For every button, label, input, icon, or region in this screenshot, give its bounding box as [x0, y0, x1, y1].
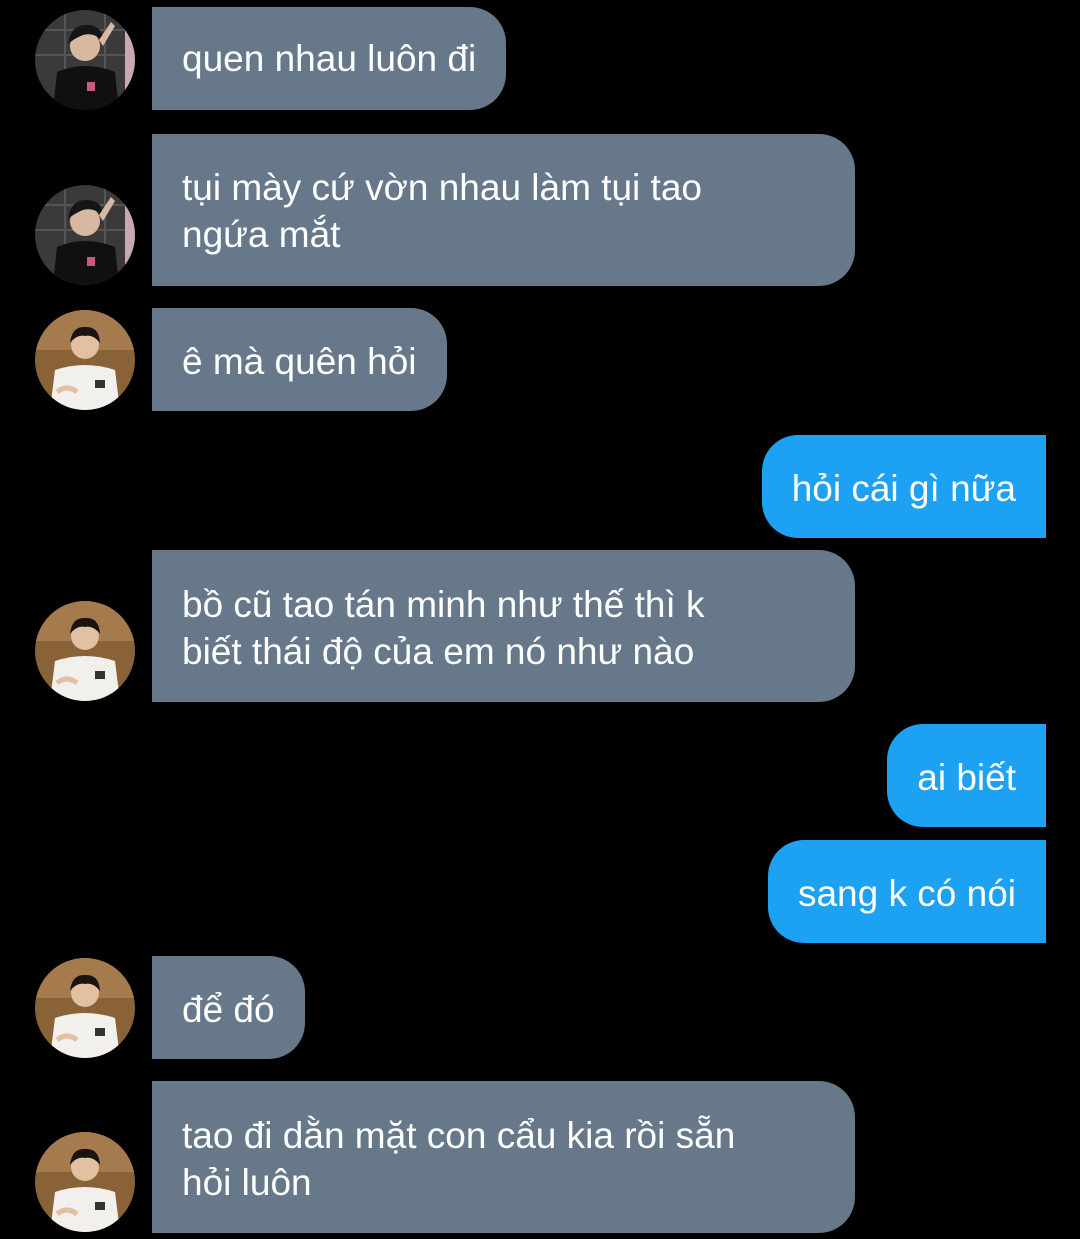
chat-thread[interactable]: quen nhau luôn đi tụi mày cứ vờn nhau là…	[0, 0, 1080, 1239]
incoming-message-bubble[interactable]: để đó	[152, 956, 305, 1059]
message-text: hỏi luôn	[182, 1162, 312, 1203]
outgoing-message-bubble[interactable]: ai biết	[887, 724, 1046, 827]
avatar-white-shirt[interactable]	[35, 310, 135, 410]
incoming-message-bubble[interactable]: bồ cũ tao tán minh như thế thì k biết th…	[152, 550, 855, 702]
message-text: tụi mày cứ vờn nhau làm tụi tao	[182, 167, 702, 208]
incoming-message-bubble[interactable]: tao đi dằn mặt con cẩu kia rồi sẵn hỏi l…	[152, 1081, 855, 1233]
avatar-white-shirt[interactable]	[35, 601, 135, 701]
message-text: ngứa mắt	[182, 214, 341, 255]
incoming-message-bubble[interactable]: tụi mày cứ vờn nhau làm tụi tao ngứa mắt	[152, 134, 855, 286]
message-text: ai biết	[917, 757, 1016, 798]
avatar-black-shirt[interactable]	[35, 185, 135, 285]
message-text: ê mà quên hỏi	[182, 341, 417, 382]
message-text: sang k có nói	[797, 873, 1016, 914]
incoming-message-bubble[interactable]: ê mà quên hỏi	[152, 308, 447, 411]
message-text: hỏi cái gì nữa	[791, 468, 1016, 509]
message-text: bồ cũ tao tán minh như thế thì k	[182, 584, 705, 625]
outgoing-message-bubble[interactable]: hỏi cái gì nữa	[761, 435, 1046, 538]
avatar-white-shirt[interactable]	[35, 958, 135, 1058]
incoming-message-bubble[interactable]: quen nhau luôn đi	[152, 7, 507, 110]
message-text: tao đi dằn mặt con cẩu kia rồi sẵn	[182, 1115, 736, 1156]
outgoing-message-bubble[interactable]: sang k có nói	[767, 840, 1046, 943]
message-text: biết thái độ của em nó như nào	[182, 631, 695, 672]
avatar-black-shirt[interactable]	[35, 10, 135, 110]
message-text: để đó	[182, 989, 275, 1030]
avatar-white-shirt[interactable]	[35, 1132, 135, 1232]
message-text: quen nhau luôn đi	[182, 38, 477, 79]
